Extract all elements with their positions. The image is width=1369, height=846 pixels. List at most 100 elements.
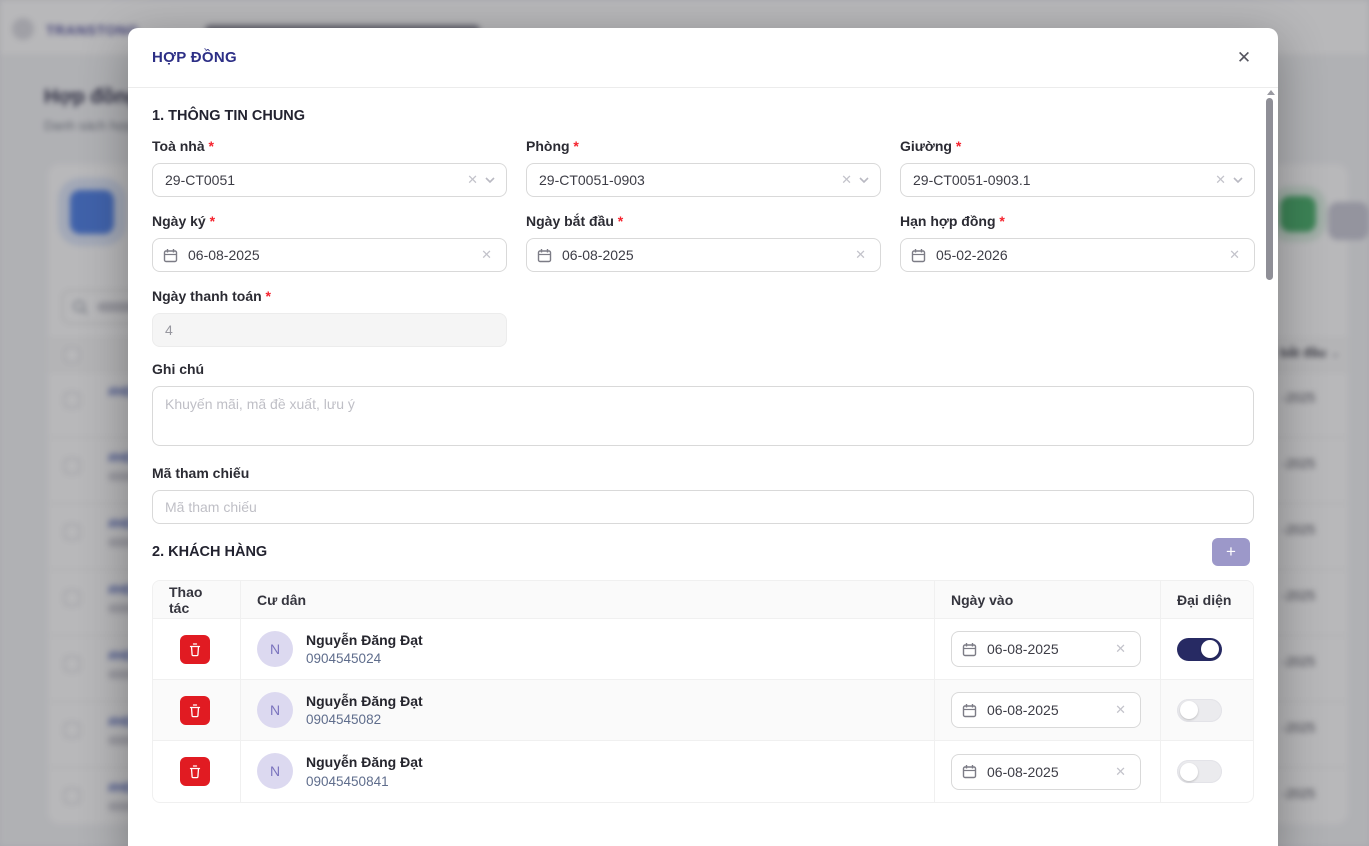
- bed-label: Giường: [900, 138, 1255, 154]
- resident-name: Nguyễn Đăng Đạt: [306, 691, 423, 711]
- scroll-up-icon[interactable]: [1267, 90, 1275, 95]
- note-textarea[interactable]: [152, 386, 1254, 446]
- representative-toggle[interactable]: [1177, 699, 1222, 722]
- customers-table-header: Thao tác Cư dân Ngày vào Đại diện: [153, 581, 1253, 619]
- clear-icon[interactable]: ✕: [1111, 702, 1130, 718]
- field-start-date: Ngày bắt đầu 06-08-2025 ✕: [526, 213, 881, 272]
- resident-cell: N Nguyễn Đăng Đạt 0904545024: [241, 619, 935, 679]
- contract-modal: HỢP ĐỒNG ✕ 1. THÔNG TIN CHUNG Toà nhà 29…: [128, 28, 1278, 846]
- customers-table: Thao tác Cư dân Ngày vào Đại diện N Nguy…: [152, 580, 1254, 803]
- modal-scrollbar[interactable]: [1264, 90, 1276, 846]
- delete-icon[interactable]: [180, 757, 210, 786]
- start-date-picker[interactable]: 06-08-2025 ✕: [526, 238, 881, 272]
- entry-date-value: 06-08-2025: [987, 702, 1111, 718]
- section-customers-header: 2. KHÁCH HÀNG +: [152, 538, 1250, 566]
- entry-date-value: 06-08-2025: [987, 641, 1111, 657]
- delete-icon[interactable]: [180, 696, 210, 725]
- representative-cell: [1161, 741, 1253, 802]
- clear-icon[interactable]: ✕: [837, 172, 856, 188]
- end-date-picker[interactable]: 05-02-2026 ✕: [900, 238, 1255, 272]
- avatar: N: [257, 692, 293, 728]
- header-representative: Đại diện: [1161, 581, 1253, 618]
- sign-date-picker[interactable]: 06-08-2025 ✕: [152, 238, 507, 272]
- resident-name: Nguyễn Đăng Đạt: [306, 752, 423, 772]
- entry-date-cell: 06-08-2025 ✕: [935, 680, 1161, 740]
- scrollbar-thumb[interactable]: [1266, 98, 1273, 280]
- chevron-down-icon[interactable]: [482, 174, 496, 186]
- room-value: 29-CT0051-0903: [537, 172, 837, 188]
- room-label: Phòng: [526, 138, 881, 154]
- header-resident: Cư dân: [241, 581, 935, 618]
- calendar-icon: [163, 248, 178, 263]
- entry-date-picker[interactable]: 06-08-2025 ✕: [951, 692, 1141, 728]
- clear-icon[interactable]: ✕: [1111, 764, 1130, 780]
- section-customers-heading: 2. KHÁCH HÀNG: [152, 544, 267, 560]
- representative-cell: [1161, 619, 1253, 679]
- field-note: Ghi chú: [152, 361, 1250, 451]
- action-cell: [153, 619, 241, 679]
- building-label: Toà nhà: [152, 138, 507, 154]
- add-customer-button[interactable]: +: [1212, 538, 1250, 566]
- chevron-down-icon[interactable]: [1230, 174, 1244, 186]
- clear-icon[interactable]: ✕: [851, 247, 870, 263]
- clear-icon[interactable]: ✕: [1225, 247, 1244, 263]
- section-general-heading: 1. THÔNG TIN CHUNG: [152, 108, 1250, 124]
- bed-value: 29-CT0051-0903.1: [911, 172, 1211, 188]
- representative-toggle[interactable]: [1177, 638, 1222, 661]
- close-icon[interactable]: ✕: [1232, 46, 1256, 70]
- payment-day-label: Ngày thanh toán: [152, 288, 507, 304]
- resident-phone: 0904545082: [306, 711, 423, 729]
- note-label: Ghi chú: [152, 361, 1250, 377]
- calendar-icon: [962, 703, 977, 718]
- customer-row: N Nguyễn Đăng Đạt 09045450841 06-08-2025…: [153, 741, 1253, 802]
- delete-icon[interactable]: [180, 635, 210, 664]
- avatar: N: [257, 631, 293, 667]
- resident-cell: N Nguyễn Đăng Đạt 09045450841: [241, 741, 935, 802]
- field-payment-day: Ngày thanh toán: [152, 288, 507, 347]
- field-sign-date: Ngày ký 06-08-2025 ✕: [152, 213, 507, 272]
- clear-icon[interactable]: ✕: [477, 247, 496, 263]
- clear-icon[interactable]: ✕: [463, 172, 482, 188]
- field-building: Toà nhà 29-CT0051 ✕: [152, 138, 507, 197]
- chevron-down-icon[interactable]: [856, 174, 870, 186]
- reference-label: Mã tham chiếu: [152, 465, 1250, 481]
- sign-date-label: Ngày ký: [152, 213, 507, 229]
- calendar-icon: [962, 764, 977, 779]
- resident-name: Nguyễn Đăng Đạt: [306, 630, 423, 650]
- start-date-label: Ngày bắt đầu: [526, 213, 881, 229]
- reference-input[interactable]: [152, 490, 1254, 524]
- customer-row: N Nguyễn Đăng Đạt 0904545024 06-08-2025 …: [153, 619, 1253, 680]
- header-entry-date: Ngày vào: [935, 581, 1161, 618]
- field-reference: Mã tham chiếu: [152, 465, 1250, 524]
- header-action: Thao tác: [153, 581, 241, 618]
- general-fields-grid: Toà nhà 29-CT0051 ✕ Phòng 29-CT0051-0903…: [152, 138, 1250, 361]
- modal-title: HỢP ĐỒNG: [152, 49, 237, 66]
- entry-date-cell: 06-08-2025 ✕: [935, 741, 1161, 802]
- customer-row: N Nguyễn Đăng Đạt 0904545082 06-08-2025 …: [153, 680, 1253, 741]
- action-cell: [153, 741, 241, 802]
- resident-phone: 09045450841: [306, 773, 423, 791]
- building-value: 29-CT0051: [163, 172, 463, 188]
- action-cell: [153, 680, 241, 740]
- calendar-icon: [962, 642, 977, 657]
- clear-icon[interactable]: ✕: [1111, 641, 1130, 657]
- calendar-icon: [537, 248, 552, 263]
- clear-icon[interactable]: ✕: [1211, 172, 1230, 188]
- avatar: N: [257, 753, 293, 789]
- entry-date-cell: 06-08-2025 ✕: [935, 619, 1161, 679]
- modal-body: 1. THÔNG TIN CHUNG Toà nhà 29-CT0051 ✕ P…: [128, 88, 1278, 827]
- entry-date-picker[interactable]: 06-08-2025 ✕: [951, 631, 1141, 667]
- representative-toggle[interactable]: [1177, 760, 1222, 783]
- entry-date-value: 06-08-2025: [987, 764, 1111, 780]
- building-select[interactable]: 29-CT0051 ✕: [152, 163, 507, 197]
- sign-date-value: 06-08-2025: [188, 247, 477, 263]
- entry-date-picker[interactable]: 06-08-2025 ✕: [951, 754, 1141, 790]
- payment-day-input: [152, 313, 507, 347]
- room-select[interactable]: 29-CT0051-0903 ✕: [526, 163, 881, 197]
- field-room: Phòng 29-CT0051-0903 ✕: [526, 138, 881, 197]
- modal-header: HỢP ĐỒNG ✕: [128, 28, 1278, 88]
- calendar-icon: [911, 248, 926, 263]
- field-end-date: Hạn hợp đồng 05-02-2026 ✕: [900, 213, 1255, 272]
- bed-select[interactable]: 29-CT0051-0903.1 ✕: [900, 163, 1255, 197]
- resident-phone: 0904545024: [306, 650, 423, 668]
